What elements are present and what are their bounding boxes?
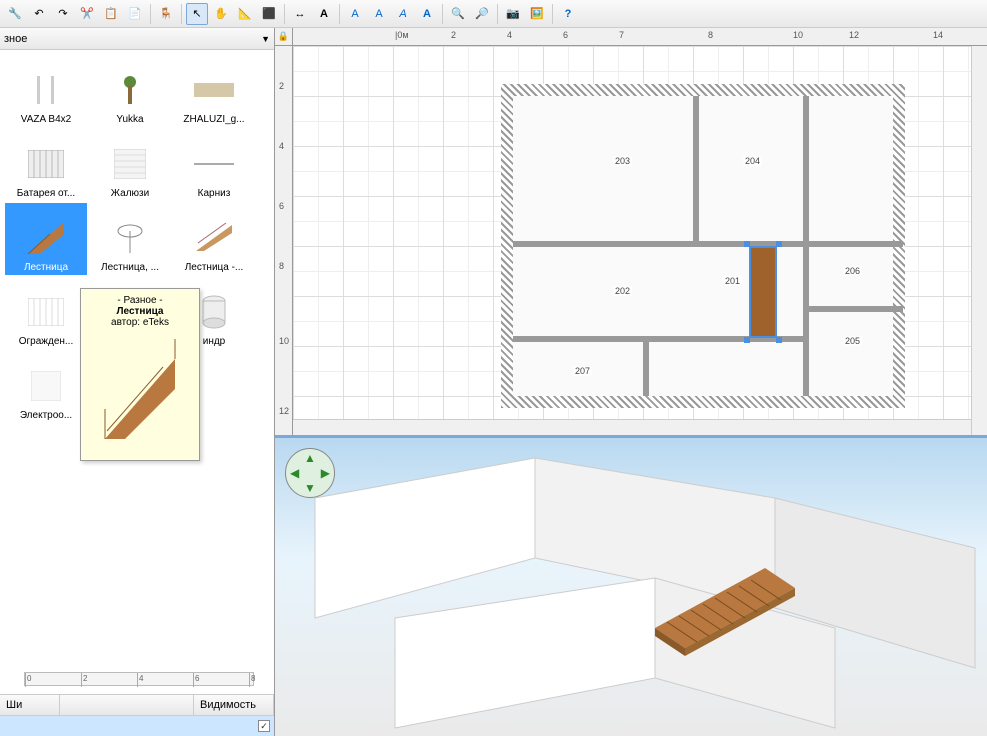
furniture-item-electro[interactable]: Электроо... <box>5 351 87 423</box>
pan-icon[interactable]: ✋ <box>210 3 232 25</box>
chevron-down-icon: ▼ <box>261 34 270 44</box>
room-label: 203 <box>613 156 632 166</box>
dimension-icon[interactable]: ↔ <box>289 3 311 25</box>
camera-icon[interactable]: 📷 <box>502 3 524 25</box>
tooltip-category: - Разное - <box>87 295 193 306</box>
furniture-item-stair-spiral[interactable]: Лестница, ... <box>89 203 171 275</box>
radiator-icon <box>21 144 71 184</box>
room-icon[interactable]: ⬛ <box>258 3 280 25</box>
view-3d[interactable]: ▲ ▼ ◀ ▶ <box>275 438 987 736</box>
plan-canvas[interactable]: 203 204 202 201 206 205 207 <box>293 46 987 435</box>
text-size2-icon[interactable]: A <box>368 3 390 25</box>
category-label: зное <box>4 33 27 45</box>
redo-icon[interactable]: ↷ <box>52 3 74 25</box>
scrollbar-vertical[interactable] <box>971 46 987 435</box>
railing-icon <box>21 292 71 332</box>
zoom-out-icon[interactable]: 🔎 <box>471 3 493 25</box>
furniture-item-railing[interactable]: Огражден... <box>5 277 87 349</box>
plant-icon <box>105 70 155 110</box>
stair-icon <box>21 218 71 258</box>
vase-icon <box>21 70 71 110</box>
furniture-item-vaza[interactable]: VAZA B4x2 <box>5 55 87 127</box>
col-width[interactable]: Ши <box>0 695 60 715</box>
text-italic-icon[interactable]: A <box>392 3 414 25</box>
furniture-item-yukka[interactable]: Yukka <box>89 55 171 127</box>
paste-icon[interactable]: 📄 <box>124 3 146 25</box>
furniture-item-blinds2[interactable]: Жалюзи <box>89 129 171 201</box>
scrollbar-horizontal[interactable] <box>293 419 971 435</box>
plan-2d-view[interactable]: 🔒 |0м 2 4 6 7 8 10 12 14 2 4 6 8 10 12 <box>275 28 987 438</box>
add-furniture-icon[interactable]: 🪑 <box>155 3 177 25</box>
help-icon[interactable]: ? <box>557 3 579 25</box>
undo-icon[interactable]: ↶ <box>28 3 50 25</box>
cursor-icon[interactable]: ↖ <box>186 3 208 25</box>
stair-3d <box>645 548 805 658</box>
wall-icon[interactable]: 📐 <box>234 3 256 25</box>
room-label: 204 <box>743 156 762 166</box>
room-label: 201 <box>723 276 742 286</box>
walls-3d <box>275 438 987 734</box>
copy-icon[interactable]: 📋 <box>100 3 122 25</box>
stair-rail-icon <box>189 218 239 258</box>
blinds2-icon <box>105 144 155 184</box>
furniture-list-header: Ши Видимость <box>0 694 274 716</box>
floorplan: 203 204 202 201 206 205 207 <box>493 76 913 416</box>
main-toolbar: 🔧 ↶ ↷ ✂️ 📋 📄 🪑 ↖ ✋ 📐 ⬛ ↔ A A A A A 🔍 🔎 📷… <box>0 0 987 28</box>
furniture-list-row[interactable]: ✓ <box>0 716 274 736</box>
text-size-icon[interactable]: A <box>344 3 366 25</box>
tooltip-preview <box>90 334 190 454</box>
furniture-item-radiator[interactable]: Батарея от... <box>5 129 87 201</box>
category-dropdown[interactable]: зное ▼ <box>0 28 274 50</box>
visibility-checkbox[interactable]: ✓ <box>258 720 270 732</box>
room-label: 202 <box>613 286 632 296</box>
text-bold-icon[interactable]: A <box>416 3 438 25</box>
cornice-icon <box>189 144 239 184</box>
wrench-icon[interactable]: 🔧 <box>4 3 26 25</box>
furniture-tooltip: - Разное - Лестница автор: eTeks <box>80 288 200 461</box>
room-label: 205 <box>843 336 862 346</box>
stair-spiral-icon <box>105 218 155 258</box>
catalog-ruler: 0 2 4 6 8 <box>24 672 254 686</box>
col-visibility[interactable]: Видимость <box>194 695 274 715</box>
panel-icon <box>21 366 71 406</box>
blinds-icon <box>189 70 239 110</box>
selected-stair-2d[interactable] <box>749 246 777 338</box>
cut-icon[interactable]: ✂️ <box>76 3 98 25</box>
photo-icon[interactable]: 🖼️ <box>526 3 548 25</box>
tooltip-author: автор: eTeks <box>87 317 193 328</box>
furniture-item-cornice[interactable]: Карниз <box>173 129 255 201</box>
ruler-vertical: 2 4 6 8 10 12 <box>275 46 293 435</box>
zoom-in-icon[interactable]: 🔍 <box>447 3 469 25</box>
text-icon[interactable]: A <box>313 3 335 25</box>
furniture-item-stair-rail[interactable]: Лестница -... <box>173 203 255 275</box>
furniture-item-stair[interactable]: Лестница <box>5 203 87 275</box>
tooltip-name: Лестница <box>87 306 193 317</box>
lock-icon[interactable]: 🔒 <box>275 28 293 46</box>
room-label: 207 <box>573 366 592 376</box>
room-label: 206 <box>843 266 862 276</box>
furniture-item-zhaluzi[interactable]: ZHALUZI_g... <box>173 55 255 127</box>
ruler-horizontal: |0м 2 4 6 7 8 10 12 14 <box>293 28 987 46</box>
